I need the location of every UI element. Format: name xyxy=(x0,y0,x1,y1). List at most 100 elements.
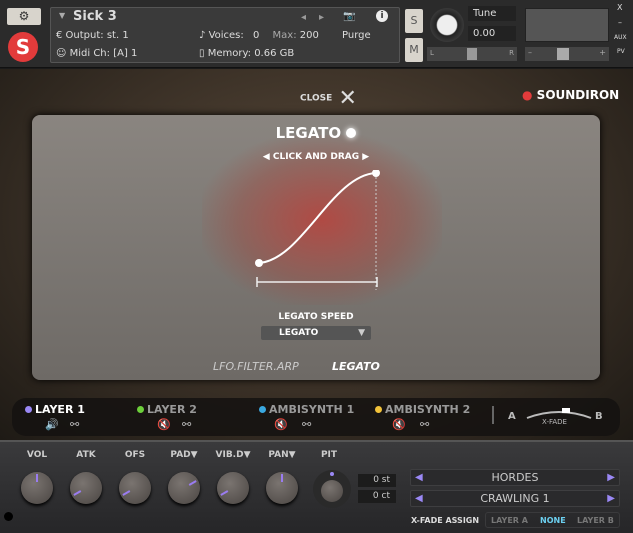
preset-selector-1[interactable]: ◀ HORDES ▶ xyxy=(410,469,620,486)
assign-none[interactable]: NONE xyxy=(540,513,566,528)
layer-name: LAYER 2 xyxy=(147,403,197,416)
preset-selector-2[interactable]: ◀ CRAWLING 1 ▶ xyxy=(410,490,620,507)
drag-hint: CLICK AND DRAG xyxy=(272,152,360,162)
close-instrument-button[interactable]: X xyxy=(617,3,622,12)
next-instrument-icon[interactable]: ▸ xyxy=(319,12,324,23)
link-icon[interactable]: ⚯ xyxy=(420,418,429,431)
layer-name: AMBISYNTH 2 xyxy=(385,403,471,416)
layer-bar: LAYER 1 LAYER 2 AMBISYNTH 1 AMBISYNTH 2 … xyxy=(12,398,620,436)
tune-knob[interactable] xyxy=(430,8,464,42)
assign-layer-a[interactable]: LAYER A xyxy=(491,513,528,528)
curve-start-point xyxy=(255,259,263,267)
vol-plus: + xyxy=(599,48,606,57)
layer-2-tab[interactable]: LAYER 2 xyxy=(137,403,197,416)
speed-dropdown[interactable]: LEGATO ▼ xyxy=(261,326,371,340)
layer-name: AMBISYNTH 1 xyxy=(269,403,355,416)
xfade-b-label: B xyxy=(595,411,603,422)
knob-label: OFS xyxy=(124,450,146,460)
volume-slider[interactable]: – + xyxy=(525,47,609,61)
link-icon[interactable]: ⚯ xyxy=(302,418,311,431)
level-meter xyxy=(525,8,609,42)
prev-arrow-icon[interactable]: ◀ xyxy=(415,491,423,507)
solo-button[interactable]: S xyxy=(405,9,423,33)
close-icon: ✕ xyxy=(338,86,357,111)
instrument-name[interactable]: Sick 3 xyxy=(73,9,117,24)
vibd-knob[interactable] xyxy=(217,472,249,504)
aux-button[interactable]: AUX xyxy=(614,34,627,41)
max-label: Max: xyxy=(272,30,297,41)
camera-icon[interactable]: 📷 xyxy=(343,11,355,22)
speaker-muted-icon[interactable]: 🔇 xyxy=(392,418,406,431)
pan-left-label: L xyxy=(430,49,434,57)
link-icon[interactable]: ⚯ xyxy=(182,418,191,431)
tab-legato[interactable]: LEGATO xyxy=(332,360,380,373)
knob-label: PAD▼ xyxy=(170,450,198,460)
midi-select[interactable]: [A] 1 xyxy=(113,48,137,59)
prev-arrow-icon[interactable]: ◀ xyxy=(415,470,423,486)
legato-panel: LEGATO ◀ CLICK AND DRAG ▶ LEGATO SPEED L… xyxy=(32,115,600,380)
close-button[interactable]: CLOSE ✕ xyxy=(300,86,357,111)
memory-label: Memory: xyxy=(207,48,251,59)
logo-text: SOUNDIRON xyxy=(536,88,620,102)
preset-value: CRAWLING 1 xyxy=(480,492,550,505)
output-select[interactable]: st. 1 xyxy=(107,30,129,41)
pan-knob[interactable] xyxy=(266,472,298,504)
curve-end-point xyxy=(372,170,380,177)
xfade-a-label: A xyxy=(508,411,516,422)
knob-label: PIT xyxy=(320,450,338,460)
speaker-on-icon[interactable]: 🔊 xyxy=(45,418,59,431)
kontakt-header: ⚙ S ▼ Sick 3 ◂ ▸ 📷 i € Output: st. 1 ☺ M… xyxy=(0,0,633,68)
pv-button[interactable]: PV xyxy=(617,48,625,55)
atk-knob[interactable] xyxy=(70,472,102,504)
knob-label: PAN▼ xyxy=(268,450,296,460)
library-logo: S xyxy=(8,32,38,62)
ofs-knob[interactable] xyxy=(119,472,151,504)
midi-label: Midi Ch: xyxy=(69,48,111,59)
wrench-icon[interactable]: ⚙ xyxy=(7,8,41,25)
speed-label: LEGATO SPEED xyxy=(278,312,354,322)
tune-value[interactable]: 0.00 xyxy=(468,26,516,41)
tab-lfo-filter-arp[interactable]: LFO.FILTER.ARP xyxy=(213,360,299,373)
pan-slider[interactable]: L R xyxy=(427,47,517,61)
vol-knob[interactable] xyxy=(21,472,53,504)
mute-button[interactable]: M xyxy=(405,38,423,62)
minimize-button[interactable]: – xyxy=(618,18,622,27)
max-voices[interactable]: 200 xyxy=(300,30,319,41)
next-arrow-icon[interactable]: ▶ xyxy=(607,470,615,486)
prev-instrument-icon[interactable]: ◂ xyxy=(301,12,306,23)
speaker-muted-icon[interactable]: 🔇 xyxy=(157,418,171,431)
panel-title: LEGATO xyxy=(275,124,342,142)
info-icon[interactable]: i xyxy=(376,10,388,22)
ambisynth-1-tab[interactable]: AMBISYNTH 1 xyxy=(259,403,354,416)
vol-minus: – xyxy=(528,48,532,57)
pitch-knob[interactable] xyxy=(313,470,351,508)
xfade-assign-group: LAYER A NONE LAYER B xyxy=(485,512,620,528)
purge-menu[interactable]: Purge xyxy=(342,30,371,41)
pad-knob[interactable] xyxy=(168,472,200,504)
close-label: CLOSE xyxy=(300,93,333,104)
pan-right-label: R xyxy=(509,49,514,57)
knob-label: VOL xyxy=(26,450,48,460)
memory-value: 0.66 GB xyxy=(254,48,295,59)
knob-label: VIB.D▼ xyxy=(215,450,251,460)
legato-toggle[interactable] xyxy=(346,128,357,138)
pitch-semitone[interactable]: 0 st xyxy=(358,474,396,487)
knob-label: ATK xyxy=(76,450,96,460)
speed-value: LEGATO xyxy=(279,328,319,338)
xfade-label: X-FADE xyxy=(542,418,567,426)
pitch-cent[interactable]: 0 ct xyxy=(358,490,396,503)
layer-1-tab[interactable]: LAYER 1 xyxy=(25,403,85,416)
legato-curve-editor[interactable] xyxy=(252,170,382,295)
next-arrow-icon[interactable]: ▶ xyxy=(607,491,615,507)
voices-value: 0 xyxy=(252,30,260,41)
layer-name: LAYER 1 xyxy=(35,403,85,416)
assign-layer-b[interactable]: LAYER B xyxy=(577,513,614,528)
ambisynth-2-tab[interactable]: AMBISYNTH 2 xyxy=(375,403,470,416)
link-icon[interactable]: ⚯ xyxy=(70,418,79,431)
instrument-info: ▼ Sick 3 ◂ ▸ 📷 i € Output: st. 1 ☺ Midi … xyxy=(50,7,400,63)
tune-label: Tune xyxy=(468,6,516,21)
xfade-assign-label: X-FADE ASSIGN xyxy=(411,516,480,525)
control-panel: VOL ATK OFS PAD▼ VIB.D▼ PAN▼ PIT 0 st 0 ct ◀ HO… xyxy=(0,440,633,533)
output-label: Output: xyxy=(65,30,104,41)
speaker-muted-icon[interactable]: 🔇 xyxy=(274,418,288,431)
